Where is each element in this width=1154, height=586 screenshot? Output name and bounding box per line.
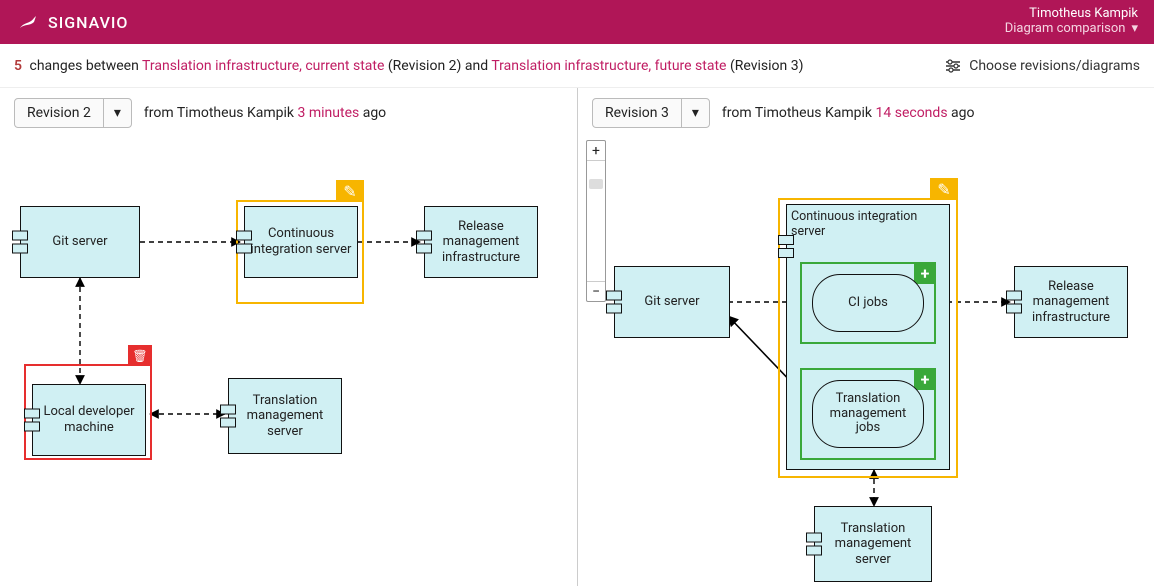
node-ports (778, 235, 794, 258)
node-ports (236, 231, 252, 254)
plus-icon: + (921, 370, 930, 389)
zoom-thumb[interactable] (589, 179, 603, 189)
node-label: Release management infrastructure (429, 219, 533, 266)
left-revision-dropdown[interactable]: ▾ (104, 99, 131, 127)
node-label: Translation management server (233, 393, 337, 440)
zoom-out-button[interactable]: − (587, 281, 605, 301)
chevron-down-icon: ▾ (114, 105, 121, 121)
node-ci-server[interactable]: Continuous integration server (244, 206, 358, 278)
ago-suffix: ago (363, 105, 386, 121)
node-translation-jobs[interactable]: Translation management jobs (812, 380, 924, 448)
node-translation-server[interactable]: Translation management server (814, 506, 932, 582)
node-git-server[interactable]: Git server (20, 206, 140, 278)
changes-word: changes between (29, 58, 138, 74)
right-pane-header: Revision 3 ▾ from Timotheus Kampik 14 se… (578, 88, 1154, 138)
node-label: CI jobs (848, 296, 888, 311)
node-release[interactable]: Release management infrastructure (424, 206, 538, 278)
node-ports (12, 231, 28, 254)
ago-suffix: ago (951, 105, 974, 121)
revision-b-paren: (Revision 3) (730, 58, 804, 74)
brand: SIGNAVIO (16, 10, 128, 34)
zoom-in-button[interactable]: + (587, 141, 605, 161)
choose-revisions-label: Choose revisions/diagrams (969, 58, 1140, 74)
chevron-down-icon: ▾ (692, 105, 699, 121)
plus-icon: + (921, 264, 930, 283)
pencil-icon: ✎ (937, 180, 950, 199)
right-revision-dropdown[interactable]: ▾ (682, 99, 709, 127)
from-word: from (144, 105, 174, 121)
zoom-control[interactable]: + − (586, 140, 606, 302)
node-ports (1006, 291, 1022, 314)
and-word: and (465, 58, 488, 74)
comparison-area: Revision 2 ▾ from Timotheus Kampik 3 min… (0, 88, 1154, 586)
changed-badge: ✎ (336, 180, 364, 202)
right-revision-label: Revision 3 (593, 99, 682, 127)
right-ago: 14 seconds (876, 105, 948, 121)
node-git-server[interactable]: Git server (614, 266, 730, 338)
changes-sentence: 5 changes between Translation infrastruc… (14, 58, 803, 74)
node-translation-server[interactable]: Translation management server (228, 378, 342, 454)
left-ago: 3 minutes (298, 105, 360, 121)
right-revision-selector[interactable]: Revision 3 ▾ (592, 98, 710, 128)
from-word: from (722, 105, 752, 121)
node-ports (606, 291, 622, 314)
change-count: 5 (14, 58, 22, 74)
node-local-dev[interactable]: Local developer machine (32, 384, 146, 456)
left-pane-header: Revision 2 ▾ from Timotheus Kampik 3 min… (0, 88, 577, 138)
choose-revisions-button[interactable]: Choose revisions/diagrams (945, 58, 1140, 74)
node-label: Continuous integration server (791, 209, 945, 239)
minus-icon: − (592, 284, 600, 300)
trash-icon: 🗑 (132, 349, 147, 363)
chevron-down-icon: ▾ (1131, 22, 1138, 37)
brand-logo-icon (16, 10, 40, 34)
diagram-b-link[interactable]: Translation infrastructure, future state (491, 58, 726, 74)
pencil-icon: ✎ (343, 182, 356, 201)
node-label: Release management infrastructure (1019, 279, 1123, 326)
left-canvas[interactable]: Git server ✎ Continuous integration serv… (0, 134, 577, 586)
page-label-row[interactable]: Diagram comparison ▾ (1005, 22, 1138, 37)
node-label: Translation management server (819, 521, 927, 568)
left-revision-meta: from Timotheus Kampik 3 minutes ago (144, 105, 386, 121)
left-revision-label: Revision 2 (15, 99, 104, 127)
app-header: SIGNAVIO Timotheus Kampik Diagram compar… (0, 0, 1154, 44)
user-name: Timotheus Kampik (1005, 7, 1138, 22)
left-revision-selector[interactable]: Revision 2 ▾ (14, 98, 132, 128)
left-pane: Revision 2 ▾ from Timotheus Kampik 3 min… (0, 88, 577, 586)
node-label: Local developer machine (37, 404, 141, 435)
left-author: Timotheus Kampik (177, 105, 294, 121)
user-block[interactable]: Timotheus Kampik Diagram comparison ▾ (1005, 7, 1138, 37)
right-canvas[interactable]: Git server ✎ Continuous integration serv… (578, 134, 1154, 586)
node-label: Continuous integration server (249, 226, 353, 257)
node-ports (416, 231, 432, 254)
revision-a-paren: (Revision 2) (388, 58, 462, 74)
node-ports (220, 405, 236, 428)
right-revision-meta: from Timotheus Kampik 14 seconds ago (722, 105, 975, 121)
page-label: Diagram comparison (1005, 22, 1126, 37)
plus-icon: + (592, 143, 600, 159)
node-ports (806, 533, 822, 556)
right-pane: Revision 3 ▾ from Timotheus Kampik 14 se… (577, 88, 1154, 586)
removed-badge: 🗑 (128, 345, 152, 366)
comparison-subheader: 5 changes between Translation infrastruc… (0, 44, 1154, 88)
node-label: Translation management jobs (817, 392, 919, 437)
sliders-icon (945, 59, 961, 73)
zoom-slider[interactable] (587, 161, 605, 281)
right-author: Timotheus Kampik (755, 105, 872, 121)
node-ci-jobs[interactable]: CI jobs (812, 274, 924, 332)
changed-badge: ✎ (930, 178, 958, 200)
added-badge: + (914, 368, 936, 390)
diagram-a-link[interactable]: Translation infrastructure, current stat… (142, 58, 384, 74)
node-release[interactable]: Release management infrastructure (1014, 266, 1128, 338)
node-ports (24, 409, 40, 432)
node-label: Git server (644, 294, 699, 310)
brand-name: SIGNAVIO (48, 13, 128, 32)
node-label: Git server (52, 234, 107, 250)
added-badge: + (914, 262, 936, 284)
